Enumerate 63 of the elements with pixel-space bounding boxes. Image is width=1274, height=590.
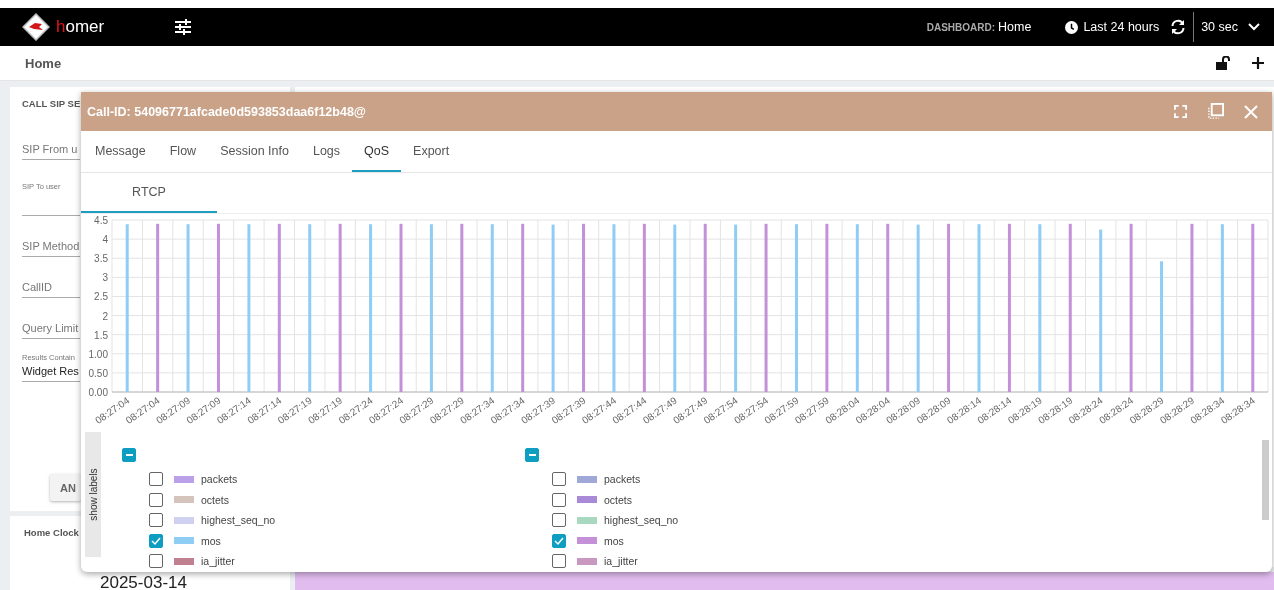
sliders-icon[interactable] — [174, 19, 193, 35]
chevron-down-icon[interactable] — [1248, 23, 1260, 31]
legend-label: mos — [201, 534, 221, 547]
tick-label: 0.00 — [88, 387, 108, 398]
tab[interactable]: RTCP — [81, 173, 217, 213]
input-field[interactable]: CallID — [22, 279, 80, 298]
tick-label: 3.5 — [94, 253, 108, 265]
tick-label: 4 — [102, 234, 108, 246]
checkbox[interactable] — [552, 554, 566, 569]
legend-label: ia_jitter — [201, 555, 235, 568]
page-title: Home — [25, 55, 62, 71]
legend-label: packets — [604, 473, 641, 486]
legend-label: octets — [604, 493, 632, 506]
input-field[interactable]: SIP Method — [22, 238, 80, 257]
show-labels-tab[interactable]: show labels — [85, 432, 101, 557]
tab[interactable]: Session Info — [208, 131, 301, 172]
tab[interactable]: Flow — [157, 131, 209, 172]
group-checkbox[interactable] — [122, 448, 136, 462]
tab[interactable]: Export — [401, 131, 462, 172]
checkbox[interactable] — [149, 472, 163, 487]
tick-label: 0.50 — [88, 367, 108, 379]
checkbox[interactable] — [149, 554, 163, 569]
plus-icon[interactable] — [1252, 57, 1264, 69]
group-checkbox[interactable] — [525, 448, 539, 462]
legend-label: ia_jitter — [604, 555, 638, 568]
select-field[interactable]: Widget Res — [22, 365, 80, 382]
tick-label: 1.00 — [88, 348, 108, 360]
tick-label: 3 — [102, 272, 108, 284]
panel-title: CALL SIP SE — [22, 98, 81, 109]
checkbox[interactable] — [552, 492, 566, 507]
legend-label: highest_seq_no — [201, 514, 276, 527]
tab[interactable]: Logs — [300, 131, 353, 172]
input-field[interactable]: SIP From u — [22, 141, 80, 160]
logo-icon — [22, 13, 50, 41]
checkbox[interactable] — [552, 533, 566, 548]
search-button[interactable]: AN — [50, 474, 81, 501]
legend-label: highest_seq_no — [604, 514, 679, 527]
legend-label: packets — [201, 473, 238, 486]
checkbox[interactable] — [149, 492, 163, 507]
brand-name: homer — [56, 17, 105, 37]
tick-label: 4.5 — [94, 215, 108, 226]
refresh-icon[interactable] — [1170, 19, 1187, 35]
refresh-interval-dropdown[interactable]: 30 sec — [1201, 20, 1238, 34]
input-field[interactable]: Query Limit — [22, 320, 80, 339]
legend-label: mos — [604, 534, 624, 547]
clock-icon — [1065, 20, 1079, 34]
tick-label: 2.5 — [94, 291, 108, 303]
dashboard-label: DASHBOARD: — [926, 21, 996, 33]
dialog-title: Call-ID: 54096771afcade0d593853daa6f12b48@ — [87, 104, 367, 119]
tick-label: 1.5 — [94, 329, 108, 341]
dashboard-name[interactable]: Home — [998, 20, 1032, 34]
tab[interactable]: Message — [83, 131, 158, 172]
checkbox[interactable] — [552, 513, 566, 528]
tick-label: 2 — [102, 310, 108, 322]
panel-title: Home Clock — [24, 527, 79, 538]
legend-label: octets — [201, 493, 229, 506]
checkbox[interactable] — [149, 513, 163, 528]
checkbox[interactable] — [149, 533, 163, 548]
tab[interactable]: QoS — [352, 131, 402, 172]
lock-icon[interactable] — [1216, 56, 1232, 70]
clock-date: 2025-03-14 — [100, 573, 187, 590]
checkbox[interactable] — [552, 472, 566, 487]
time-range-button[interactable]: Last 24 hours — [1083, 20, 1160, 34]
